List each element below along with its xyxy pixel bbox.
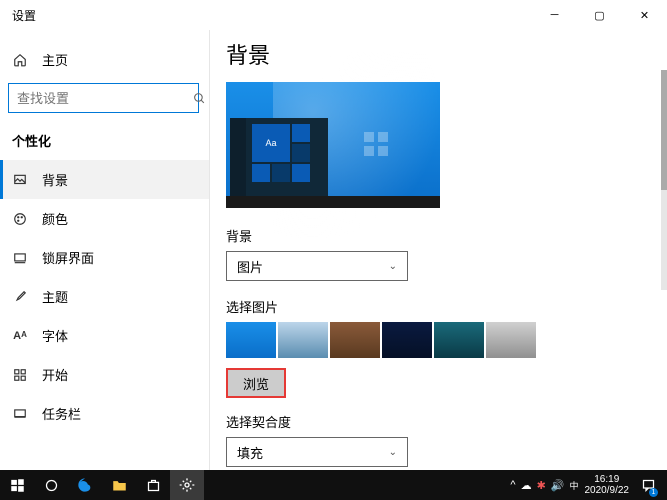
sidebar-item-taskbar[interactable]: 任务栏 (0, 394, 209, 433)
clock[interactable]: 16:19 2020/9/22 (585, 474, 630, 496)
sidebar-item-label: 开始 (42, 365, 68, 384)
browse-button[interactable]: 浏览 (226, 368, 286, 398)
sidebar-item-lockscreen[interactable]: 锁屏界面 (0, 238, 209, 277)
sidebar-item-themes[interactable]: 主题 (0, 277, 209, 316)
maximize-button[interactable]: ▢ (577, 0, 622, 30)
brush-icon (12, 290, 28, 304)
search-input-wrapper[interactable] (8, 83, 199, 113)
search-icon (193, 92, 206, 105)
volume-icon[interactable]: 🔊 (551, 479, 565, 492)
home-link[interactable]: 主页 (0, 42, 209, 77)
taskbar-icon (12, 407, 28, 421)
content-pane: 背景 Aa 背景 图片 (210, 30, 667, 470)
sidebar-item-label: 字体 (42, 326, 68, 345)
language-icon[interactable]: 中 (569, 479, 578, 492)
lock-icon (12, 251, 28, 265)
notifications-button[interactable]: 1 (635, 470, 661, 500)
background-value: 图片 (237, 257, 263, 276)
fit-label: 选择契合度 (226, 412, 651, 431)
system-tray[interactable]: ^ ☁ ✱ 🔊 中 (510, 479, 578, 492)
sidebar-item-background[interactable]: 背景 (0, 160, 209, 199)
explorer-button[interactable] (102, 470, 136, 500)
start-button[interactable] (0, 470, 34, 500)
sidebar-item-label: 背景 (42, 170, 68, 189)
thumbnail-6[interactable] (486, 322, 536, 358)
edge-button[interactable] (68, 470, 102, 500)
window-title: 设置 (12, 7, 532, 24)
windows-logo-icon (364, 132, 388, 156)
sidebar-item-label: 任务栏 (42, 404, 81, 423)
fit-dropdown[interactable]: 填充 ⌄ (226, 437, 408, 467)
image-thumbnails (226, 322, 651, 358)
preview-tile-aa: Aa (252, 124, 290, 162)
fit-value: 填充 (237, 443, 263, 462)
scrollbar[interactable] (661, 70, 667, 290)
section-label: 个性化 (0, 123, 209, 160)
image-icon (12, 173, 28, 187)
thumbnail-4[interactable] (382, 322, 432, 358)
thumbnail-2[interactable] (278, 322, 328, 358)
home-label: 主页 (42, 50, 68, 69)
thumbnail-3[interactable] (330, 322, 380, 358)
pick-image-label: 选择图片 (226, 297, 651, 316)
thumbnail-5[interactable] (434, 322, 484, 358)
sidebar-item-colors[interactable]: 颜色 (0, 199, 209, 238)
home-icon (12, 53, 28, 67)
palette-icon (12, 212, 28, 226)
chevron-up-icon[interactable]: ^ (510, 479, 515, 491)
close-button[interactable]: ✕ (622, 0, 667, 30)
sidebar-item-label: 主题 (42, 287, 68, 306)
onedrive-icon[interactable]: ☁ (521, 479, 532, 492)
desktop-preview: Aa (226, 82, 440, 208)
sidebar-item-start[interactable]: 开始 (0, 355, 209, 394)
titlebar: 设置 ─ ▢ ✕ (0, 0, 667, 30)
grid-icon (12, 368, 28, 382)
background-dropdown[interactable]: 图片 ⌄ (226, 251, 408, 281)
chevron-down-icon: ⌄ (389, 447, 397, 458)
search-input[interactable] (17, 91, 193, 106)
minimize-button[interactable]: ─ (532, 0, 577, 30)
chevron-down-icon: ⌄ (389, 261, 397, 272)
store-button[interactable] (136, 470, 170, 500)
sidebar-item-label: 颜色 (42, 209, 68, 228)
thumbnail-1[interactable] (226, 322, 276, 358)
network-icon[interactable]: ✱ (537, 479, 546, 492)
sidebar-item-fonts[interactable]: AA 字体 (0, 316, 209, 355)
font-icon: AA (12, 330, 28, 342)
sidebar-item-label: 锁屏界面 (42, 248, 94, 267)
cortana-button[interactable] (34, 470, 68, 500)
settings-taskbar-button[interactable] (170, 470, 204, 500)
os-taskbar: ^ ☁ ✱ 🔊 中 16:19 2020/9/22 1 (0, 470, 667, 500)
sidebar: 主页 个性化 背景 颜色 锁屏界面 (0, 30, 210, 470)
